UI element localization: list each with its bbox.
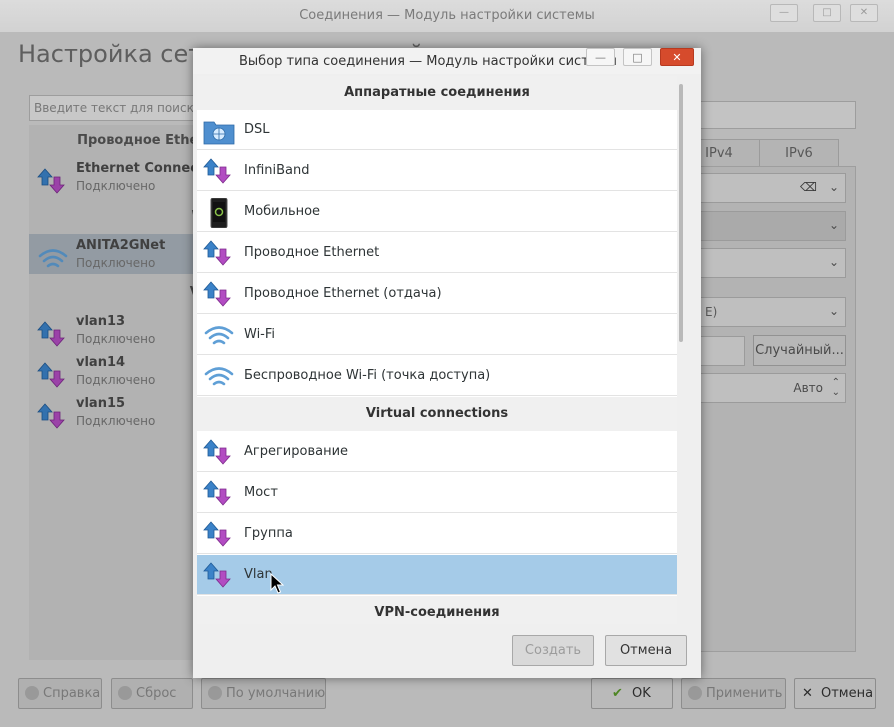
dialog-titlebar: Выбор типа соединения — Модуль настройки… <box>193 48 701 74</box>
section-header-hardware: Аппаратные соединения <box>197 76 677 110</box>
scrollbar-thumb[interactable] <box>679 84 683 342</box>
list-item-label: Проводное Ethernet (отдача) <box>244 286 442 301</box>
background-window-title: Соединения — Модуль настройки системы <box>299 8 595 23</box>
list-item-wired-ethernet[interactable]: Проводное Ethernet <box>197 233 677 273</box>
ethernet-icon <box>203 158 231 184</box>
wifi-icon <box>204 367 234 386</box>
ethernet-icon <box>203 562 231 588</box>
section-header-vpn: VPN-соединения <box>197 596 677 624</box>
minimize-icon[interactable]: — <box>586 48 615 66</box>
list-item-label: Агрегирование <box>244 444 349 459</box>
ethernet-icon <box>203 281 231 307</box>
maximize-icon[interactable]: □ <box>623 48 652 66</box>
dialog-cancel-button[interactable]: Отмена <box>605 635 687 666</box>
ethernet-icon <box>203 439 231 465</box>
mouse-cursor-icon <box>270 573 284 594</box>
list-item-label: Беспроводное Wi-Fi (точка доступа) <box>244 368 491 383</box>
ethernet-icon <box>203 480 231 506</box>
dsl-folder-icon <box>203 121 235 145</box>
maximize-icon[interactable]: □ <box>813 4 841 22</box>
connection-type-list: Аппаратные соединения DSL InfiniBand Моб… <box>197 76 677 624</box>
list-item-label: Wi-Fi <box>244 327 276 342</box>
list-item-wifi[interactable]: Wi-Fi <box>197 315 677 355</box>
list-item-bridge[interactable]: Мост <box>197 473 677 513</box>
list-item-label: Проводное Ethernet <box>244 245 380 260</box>
list-item-label: DSL <box>244 122 270 137</box>
list-item-mobile[interactable]: Мобильное <box>197 192 677 232</box>
close-icon[interactable]: ✕ <box>660 48 694 66</box>
minimize-icon[interactable]: — <box>770 4 798 22</box>
list-item-label: Vlan <box>244 567 273 582</box>
create-button[interactable]: Создать <box>512 635 594 666</box>
ethernet-icon <box>203 240 231 266</box>
dialog-title: Выбор типа соединения — Модуль настройки… <box>239 54 617 69</box>
list-item-wifi-hotspot[interactable]: Беспроводное Wi-Fi (точка доступа) <box>197 356 677 396</box>
list-item-label: Группа <box>244 526 293 541</box>
mobile-phone-icon <box>210 198 228 228</box>
list-item-wired-ethernet-shared[interactable]: Проводное Ethernet (отдача) <box>197 274 677 314</box>
section-header-virtual: Virtual connections <box>197 397 677 431</box>
list-item-team[interactable]: Группа <box>197 514 677 554</box>
close-icon[interactable]: ✕ <box>850 4 878 22</box>
list-item-bond[interactable]: Агрегирование <box>197 432 677 472</box>
background-titlebar: Соединения — Модуль настройки системы — … <box>0 0 894 32</box>
list-item-label: InfiniBand <box>244 163 310 178</box>
list-item-dsl[interactable]: DSL <box>197 110 677 150</box>
list-item-vlan[interactable]: Vlan <box>197 555 677 595</box>
list-item-infiniband[interactable]: InfiniBand <box>197 151 677 191</box>
ethernet-icon <box>203 521 231 547</box>
list-item-label: Мобильное <box>244 204 321 219</box>
wifi-icon <box>204 326 234 345</box>
list-item-label: Мост <box>244 485 278 500</box>
